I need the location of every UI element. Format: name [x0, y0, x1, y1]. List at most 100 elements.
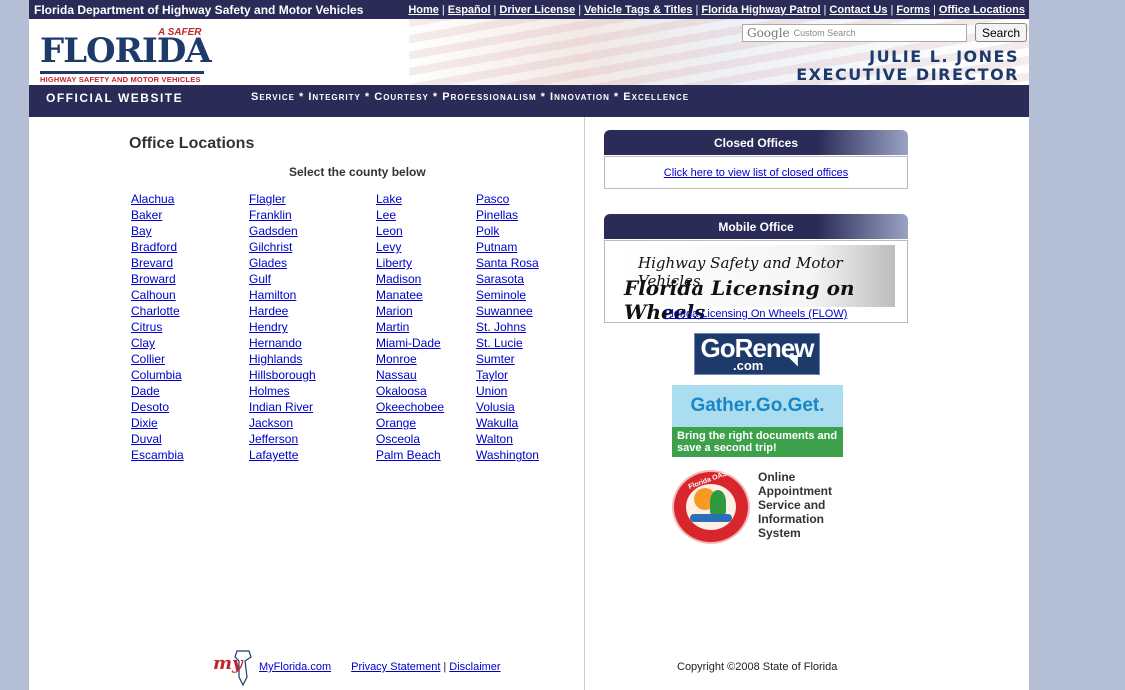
- county-link[interactable]: Nassau: [376, 367, 444, 383]
- footer-links: my MyFlorida.com Privacy Statement | Dis…: [209, 647, 501, 687]
- gather-subtitle: Bring the right documents and save a sec…: [672, 427, 843, 457]
- palm-tree-icon: [710, 490, 726, 514]
- county-link[interactable]: Indian River: [249, 399, 316, 415]
- county-link[interactable]: Sumter: [476, 351, 539, 367]
- logo-florida: FLORIDA: [40, 31, 212, 71]
- county-link[interactable]: Sarasota: [476, 271, 539, 287]
- county-link[interactable]: Hernando: [249, 335, 316, 351]
- county-link[interactable]: Monroe: [376, 351, 444, 367]
- nav-highway-patrol[interactable]: Florida Highway Patrol: [701, 4, 820, 16]
- county-link[interactable]: Alachua: [131, 191, 184, 207]
- county-link[interactable]: Lake: [376, 191, 444, 207]
- county-link[interactable]: Bradford: [131, 239, 184, 255]
- county-link[interactable]: Highlands: [249, 351, 316, 367]
- county-link[interactable]: Levy: [376, 239, 444, 255]
- county-link[interactable]: Glades: [249, 255, 316, 271]
- county-link[interactable]: Hardee: [249, 303, 316, 319]
- county-link[interactable]: Lafayette: [249, 447, 316, 463]
- mobile-office-box: Highway Safety and Motor Vehicles Florid…: [604, 240, 908, 324]
- county-link[interactable]: Columbia: [131, 367, 184, 383]
- oasis-logo[interactable]: Florida OASIS: [672, 468, 752, 544]
- nav-contact-us[interactable]: Contact Us: [829, 4, 887, 16]
- county-link[interactable]: Walton: [476, 431, 539, 447]
- gather-go-get-banner[interactable]: Gather.Go.Get. Bring the right documents…: [672, 385, 843, 457]
- county-link[interactable]: Duval: [131, 431, 184, 447]
- county-link[interactable]: Gulf: [249, 271, 316, 287]
- county-link[interactable]: Osceola: [376, 431, 444, 447]
- county-link[interactable]: Broward: [131, 271, 184, 287]
- county-link[interactable]: Baker: [131, 207, 184, 223]
- flow-banner[interactable]: Highway Safety and Motor Vehicles Florid…: [616, 245, 895, 324]
- search-placeholder: Custom Search: [793, 28, 856, 38]
- county-link[interactable]: Clay: [131, 335, 184, 351]
- county-link[interactable]: Hillsborough: [249, 367, 316, 383]
- nav-forms[interactable]: Forms: [896, 4, 930, 16]
- county-link[interactable]: Liberty: [376, 255, 444, 271]
- privacy-statement-link[interactable]: Privacy Statement: [351, 661, 440, 673]
- county-link[interactable]: St. Johns: [476, 319, 539, 335]
- county-link[interactable]: Union: [476, 383, 539, 399]
- county-link[interactable]: Orange: [376, 415, 444, 431]
- county-link[interactable]: St. Lucie: [476, 335, 539, 351]
- county-link[interactable]: Hendry: [249, 319, 316, 335]
- county-link[interactable]: Dade: [131, 383, 184, 399]
- gather-title: Gather.Go.Get.: [672, 385, 843, 427]
- county-link[interactable]: Charlotte: [131, 303, 184, 319]
- county-link[interactable]: Miami-Dade: [376, 335, 444, 351]
- nav-home[interactable]: Home: [408, 4, 439, 16]
- closed-offices-box: Click here to view list of closed office…: [604, 156, 908, 189]
- county-link[interactable]: Polk: [476, 223, 539, 239]
- county-link[interactable]: Collier: [131, 351, 184, 367]
- county-link[interactable]: Manatee: [376, 287, 444, 303]
- county-link[interactable]: Okeechobee: [376, 399, 444, 415]
- county-link[interactable]: Volusia: [476, 399, 539, 415]
- county-link[interactable]: Franklin: [249, 207, 316, 223]
- nav-espanol[interactable]: Español: [448, 4, 491, 16]
- core-values: Service * Integrity * Courtesy * Profess…: [251, 91, 690, 103]
- county-link[interactable]: Palm Beach: [376, 447, 444, 463]
- county-link[interactable]: Flagler: [249, 191, 316, 207]
- county-link[interactable]: Hamilton: [249, 287, 316, 303]
- county-link[interactable]: Citrus: [131, 319, 184, 335]
- county-link[interactable]: Martin: [376, 319, 444, 335]
- closed-offices-link[interactable]: Click here to view list of closed office…: [664, 167, 848, 179]
- county-link[interactable]: Calhoun: [131, 287, 184, 303]
- disclaimer-link[interactable]: Disclaimer: [449, 661, 500, 673]
- myflorida-logo[interactable]: my: [209, 647, 257, 687]
- nav-office-locations[interactable]: Office Locations: [939, 4, 1025, 16]
- county-link[interactable]: Pasco: [476, 191, 539, 207]
- county-link[interactable]: Taylor: [476, 367, 539, 383]
- county-link[interactable]: Jefferson: [249, 431, 316, 447]
- search-button[interactable]: Search: [975, 23, 1027, 42]
- county-link[interactable]: Dixie: [131, 415, 184, 431]
- county-link[interactable]: Leon: [376, 223, 444, 239]
- county-link[interactable]: Lee: [376, 207, 444, 223]
- county-link[interactable]: Okaloosa: [376, 383, 444, 399]
- county-link[interactable]: Gadsden: [249, 223, 316, 239]
- county-link[interactable]: Jackson: [249, 415, 316, 431]
- county-link[interactable]: Santa Rosa: [476, 255, 539, 271]
- county-link[interactable]: Wakulla: [476, 415, 539, 431]
- myflorida-link[interactable]: MyFlorida.com: [259, 661, 331, 673]
- county-link[interactable]: Washington: [476, 447, 539, 463]
- search-input[interactable]: Google Custom Search: [742, 24, 967, 42]
- county-link[interactable]: Madison: [376, 271, 444, 287]
- county-link[interactable]: Marion: [376, 303, 444, 319]
- county-link[interactable]: Desoto: [131, 399, 184, 415]
- county-link[interactable]: Bay: [131, 223, 184, 239]
- nav-driver-license[interactable]: Driver License: [499, 4, 575, 16]
- county-link[interactable]: Holmes: [249, 383, 316, 399]
- values-bar: OFFICIAL WEBSITE Service * Integrity * C…: [29, 85, 1029, 117]
- county-link[interactable]: Putnam: [476, 239, 539, 255]
- oasis-description[interactable]: Online Appointment Service and Informati…: [758, 470, 868, 540]
- flow-link[interactable]: Florida Licensing On Wheels (FLOW): [665, 308, 848, 320]
- nav-vehicle-tags[interactable]: Vehicle Tags & Titles: [584, 4, 692, 16]
- gorenew-banner[interactable]: GoRenew .com: [694, 333, 820, 375]
- county-link[interactable]: Seminole: [476, 287, 539, 303]
- county-link[interactable]: Suwannee: [476, 303, 539, 319]
- county-link[interactable]: Pinellas: [476, 207, 539, 223]
- florida-logo[interactable]: A SAFER FLORIDA HIGHWAY SAFETY AND MOTOR…: [39, 25, 212, 85]
- county-link[interactable]: Brevard: [131, 255, 184, 271]
- county-link[interactable]: Gilchrist: [249, 239, 316, 255]
- county-link[interactable]: Escambia: [131, 447, 184, 463]
